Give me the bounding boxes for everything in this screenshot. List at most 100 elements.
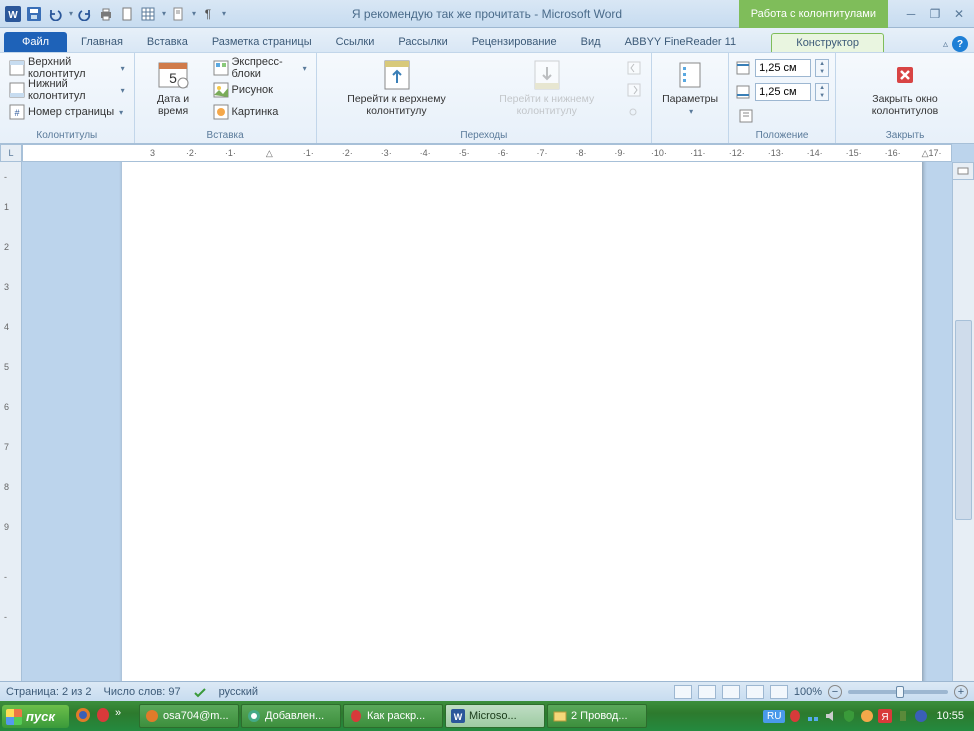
restore-button[interactable]: ❐: [926, 6, 944, 22]
insert-tab[interactable]: Вставка: [135, 32, 200, 52]
header-label: Верхний колонтитул: [28, 56, 116, 80]
pos-top-spinner[interactable]: ▲▼: [815, 59, 829, 77]
picture-icon: [213, 82, 229, 98]
view-tab[interactable]: Вид: [569, 32, 613, 52]
view-draft-icon[interactable]: [770, 685, 788, 699]
help-icon[interactable]: ?: [952, 36, 968, 52]
zoom-in-button[interactable]: +: [954, 685, 968, 699]
scrollbar-thumb[interactable]: [955, 320, 972, 520]
close-icon: [889, 59, 921, 91]
clipart-button[interactable]: Картинка: [210, 101, 310, 123]
datetime-button[interactable]: 5 Дата и время: [141, 57, 206, 119]
align-icon: [738, 108, 754, 124]
insert-group: 5 Дата и время Экспресс-блоки▾ Рисунок К…: [135, 53, 317, 143]
status-proofing-icon[interactable]: [193, 685, 207, 699]
clipart-icon: [213, 104, 229, 120]
quickparts-button[interactable]: Экспресс-блоки▾: [210, 57, 310, 79]
page-number-button[interactable]: # Номер страницы▾: [6, 101, 126, 123]
ql-more-icon[interactable]: »: [115, 707, 133, 725]
goto-footer-button[interactable]: Перейти к нижнему колонтитулу: [474, 57, 619, 119]
link-prev-button[interactable]: [623, 101, 645, 123]
task-word[interactable]: WMicroso...: [445, 704, 545, 728]
zoom-percent[interactable]: 100%: [794, 686, 822, 698]
ruler-corner[interactable]: L: [0, 144, 22, 162]
document-viewport[interactable]: Нижний колонтитул 2: [22, 162, 952, 681]
qat-customize-icon[interactable]: ▾: [222, 9, 226, 18]
redo-icon[interactable]: [76, 5, 94, 23]
view-print-layout-icon[interactable]: [674, 685, 692, 699]
tray-volume-icon[interactable]: [824, 709, 839, 724]
references-tab[interactable]: Ссылки: [324, 32, 387, 52]
task-chrome[interactable]: Добавлен...: [241, 704, 341, 728]
home-tab[interactable]: Главная: [69, 32, 135, 52]
tray-shield-icon[interactable]: [842, 709, 857, 724]
word-app-icon[interactable]: W: [4, 5, 22, 23]
view-outline-icon[interactable]: [746, 685, 764, 699]
options-button[interactable]: Параметры▾: [658, 57, 722, 119]
view-reading-icon[interactable]: [698, 685, 716, 699]
zoom-slider[interactable]: [848, 690, 948, 694]
footer-from-bottom[interactable]: ▲▼: [735, 81, 829, 103]
tray-yandex-icon[interactable]: Я: [878, 709, 893, 724]
options-label: Параметры: [662, 93, 718, 105]
nav-prev-button[interactable]: [623, 57, 645, 79]
file-tab[interactable]: Файл: [4, 32, 67, 52]
clipart-label: Картинка: [232, 106, 279, 118]
tray-av-icon[interactable]: [914, 709, 929, 724]
tray-update-icon[interactable]: [860, 709, 875, 724]
designer-tab[interactable]: Конструктор: [771, 33, 884, 52]
start-button[interactable]: пуск: [2, 705, 69, 728]
collapse-ribbon-icon[interactable]: ▵: [943, 39, 948, 50]
align-tab-button[interactable]: [735, 105, 757, 127]
mailings-tab[interactable]: Рассылки: [386, 32, 459, 52]
goto-header-button[interactable]: Перейти к верхнему колонтитулу: [323, 57, 471, 119]
task-firefox[interactable]: osa704@m...: [139, 704, 239, 728]
quickparts-icon: [213, 60, 229, 76]
tray-opera-icon[interactable]: [788, 709, 803, 724]
view-web-icon[interactable]: [722, 685, 740, 699]
abbyy-tab[interactable]: ABBYY FineReader 11: [613, 32, 749, 52]
new-doc-icon[interactable]: [118, 5, 136, 23]
vertical-scrollbar[interactable]: [952, 180, 974, 681]
status-language[interactable]: русский: [219, 686, 258, 698]
header-from-top[interactable]: ▲▼: [735, 57, 829, 79]
undo-dropdown-icon[interactable]: ▾: [69, 9, 73, 18]
task-opera[interactable]: Как раскр...: [343, 704, 443, 728]
para-icon[interactable]: ¶: [199, 5, 217, 23]
clock[interactable]: 10:55: [932, 710, 968, 722]
table-icon[interactable]: [139, 5, 157, 23]
footer-button[interactable]: Нижний колонтитул▾: [6, 79, 128, 101]
pos-top-input[interactable]: [755, 59, 811, 77]
minimize-button[interactable]: ─: [902, 6, 920, 22]
qat-more-icon[interactable]: ▾: [162, 9, 166, 18]
status-words[interactable]: Число слов: 97: [104, 686, 181, 698]
opera-icon[interactable]: [95, 707, 113, 725]
print-icon[interactable]: [97, 5, 115, 23]
undo-icon[interactable]: [46, 5, 64, 23]
page[interactable]: Нижний колонтитул 2: [122, 162, 922, 681]
zoom-out-button[interactable]: −: [828, 685, 842, 699]
save-icon[interactable]: [25, 5, 43, 23]
pos-bottom-input[interactable]: [755, 83, 811, 101]
language-indicator[interactable]: RU: [763, 710, 785, 723]
close-header-footer-button[interactable]: Закрыть окно колонтитулов: [842, 57, 968, 119]
vertical-ruler[interactable]: - 1 2 3 4 5 6 7 8 9 - -: [0, 162, 22, 681]
ruler-toggle-icon[interactable]: [952, 162, 974, 180]
layout-tab[interactable]: Разметка страницы: [200, 32, 324, 52]
firefox-icon[interactable]: [75, 707, 93, 725]
page-icon[interactable]: [169, 5, 187, 23]
task-explorer[interactable]: 2 Провод...: [547, 704, 647, 728]
tray-network-icon[interactable]: [806, 709, 821, 724]
pos-bottom-spinner[interactable]: ▲▼: [815, 83, 829, 101]
horizontal-ruler[interactable]: 3·2··1·△·1··2··3··4··5··6··7··8··9··10··…: [22, 144, 952, 162]
tray-usb-icon[interactable]: [896, 709, 911, 724]
status-page[interactable]: Страница: 2 из 2: [6, 686, 92, 698]
header-button[interactable]: Верхний колонтитул▾: [6, 57, 128, 79]
picture-button[interactable]: Рисунок: [210, 79, 310, 101]
pos-bottom-icon: [735, 84, 751, 100]
qat-dd2-icon[interactable]: ▾: [192, 9, 196, 18]
zoom-slider-thumb[interactable]: [896, 686, 904, 698]
close-button[interactable]: ✕: [950, 6, 968, 22]
review-tab[interactable]: Рецензирование: [460, 32, 569, 52]
nav-next-button[interactable]: [623, 79, 645, 101]
